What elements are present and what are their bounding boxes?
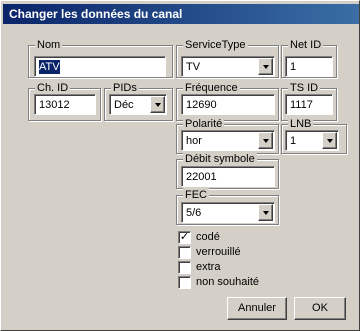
polarite-label: Polarité	[183, 117, 225, 131]
nom-value: ATV	[39, 60, 60, 74]
checkbox-extra-box[interactable]	[178, 261, 191, 274]
debit-symbole-label: Débit symbole	[183, 152, 257, 166]
lnb-dropdown-icon[interactable]	[322, 132, 337, 149]
pids-select[interactable]: Déc	[109, 94, 167, 115]
checkbox-extra-label: extra	[196, 261, 221, 273]
net-id-label: Net ID	[288, 38, 324, 52]
frequence-input[interactable]: 12690	[181, 94, 275, 115]
checkbox-verrouille-box[interactable]	[178, 246, 191, 259]
checkbox-verrouille-label: verrouillé	[196, 246, 241, 258]
lnb-select[interactable]: 1	[285, 130, 339, 151]
checkbox-code-label: codé	[196, 231, 220, 243]
fec-value: 5/6	[186, 207, 202, 219]
lnb-value: 1	[290, 135, 297, 147]
channel-dialog: Changer les données du canal Nom ATV Ser…	[0, 0, 360, 331]
cancel-button[interactable]: Annuler	[227, 297, 287, 320]
service-type-dropdown-icon[interactable]	[258, 58, 273, 75]
service-type-label: ServiceType	[183, 38, 248, 52]
ok-button[interactable]: OK	[294, 297, 346, 320]
lnb-label: LNB	[288, 117, 314, 131]
checkbox-non-souhaite-label: non souhaité	[196, 276, 259, 288]
pids-dropdown-icon[interactable]	[150, 96, 165, 113]
net-id-value: 1	[290, 61, 297, 73]
debit-symbole-value: 22001	[186, 171, 217, 183]
checkbox-code-box[interactable]: ✓	[178, 231, 191, 244]
service-type-value: TV	[186, 61, 201, 73]
fec-label: FEC	[183, 188, 209, 202]
ch-id-input[interactable]: 13012	[34, 94, 96, 115]
nom-input[interactable]: ATV	[34, 56, 166, 77]
pids-label: PIDs	[111, 81, 139, 95]
polarite-value: hor	[186, 135, 202, 147]
ts-id-input[interactable]: 1117	[285, 94, 333, 115]
frequence-label: Fréquence	[183, 81, 240, 95]
nom-label: Nom	[35, 38, 63, 52]
ch-id-label: Ch. ID	[35, 81, 71, 95]
polarite-select[interactable]: hor	[181, 130, 275, 151]
service-type-select[interactable]: TV	[181, 56, 275, 77]
polarite-dropdown-icon[interactable]	[258, 132, 273, 149]
net-id-input[interactable]: 1	[285, 56, 333, 77]
debit-symbole-input[interactable]: 22001	[181, 166, 275, 187]
pids-value: Déc	[114, 99, 134, 111]
ts-id-value: 1117	[290, 99, 313, 111]
fec-dropdown-icon[interactable]	[258, 204, 273, 221]
frequence-value: 12690	[186, 99, 217, 111]
fec-select[interactable]: 5/6	[181, 202, 275, 223]
window-title: Changer les données du canal	[3, 4, 359, 24]
ts-id-label: TS ID	[288, 81, 321, 95]
checkbox-non-souhaite-box[interactable]	[178, 276, 191, 289]
ch-id-value: 13012	[39, 99, 70, 111]
